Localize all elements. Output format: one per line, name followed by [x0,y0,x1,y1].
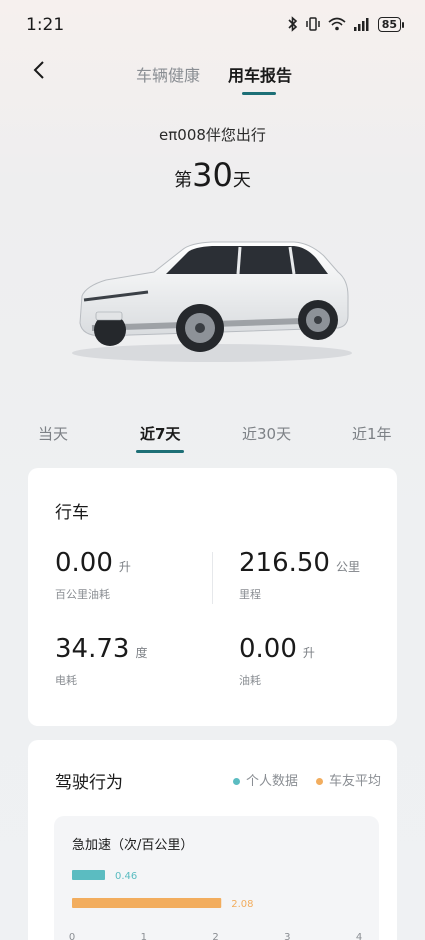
x-tick-label: 0 [69,932,75,940]
x-tick-label: 3 [284,932,290,940]
legend-label: 车友平均 [328,774,381,789]
stat-unit: 升 [302,646,315,660]
metric-title: 急加速（次/百公里） [72,838,194,853]
stat-label: 电耗 [55,674,77,687]
stat-unit: 公里 [335,560,360,574]
back-button[interactable] [28,58,52,82]
top-nav: 车辆健康 用车报告 [0,52,425,98]
stat-value: 0.00 [239,634,297,664]
battery-indicator: 85 [377,16,405,32]
stat-unit: 度 [135,646,148,660]
wifi-icon [328,17,346,31]
bar-value-label: 2.08 [231,899,253,910]
days-counter: 第30天 [0,156,425,194]
stat-divider [212,552,213,604]
legend-dot [315,778,323,785]
stat-mileage: 216.50 公里 里程 [239,548,360,602]
stat-value: 216.50 [239,548,330,578]
stat-fuel: 0.00 升 油耗 [239,634,315,688]
signal-icon [353,18,369,31]
legend-item-personal: 个人数据 [232,770,298,789]
status-bar: 1:21 85 [0,0,425,52]
behavior-title: 驾驶行为 [55,773,123,793]
stat-unit: 升 [118,560,131,574]
companion-headline: eπ008伴您出行 [159,126,266,144]
status-icons: 85 [288,16,405,32]
bar-average [72,898,222,908]
bluetooth-icon [288,16,297,32]
days-suffix: 天 [232,170,251,191]
hard-acceleration-panel: 急加速（次/百公里） 0.46 2.08 0 1 2 3 4 [54,816,379,940]
x-tick-label: 4 [356,932,362,940]
x-tick-label: 2 [212,932,218,940]
car-image [72,241,352,362]
days-prefix: 第 [174,170,193,191]
legend-dot [232,778,240,785]
vibrate-icon [305,17,320,31]
behavior-card: 驾驶行为 个人数据 车友平均 急加速（次/百公里） 0.46 2.08 0 1 2 3 4 [28,740,397,940]
period-tab-1year[interactable]: 近1年 [352,423,392,444]
stat-fuel-per-100km: 0.00 升 百公里油耗 [55,548,131,602]
period-tab-30days[interactable]: 近30天 [242,423,291,444]
x-tick-label: 1 [141,932,147,940]
bar-personal [72,870,106,880]
stat-label: 油耗 [239,674,261,687]
chevron-left-icon [33,61,44,79]
status-time: 1:21 [26,15,65,35]
stat-label: 百公里油耗 [55,588,110,601]
period-tab-today[interactable]: 当天 [38,423,68,444]
legend-item-average: 车友平均 [315,770,381,789]
tab-usage-report[interactable]: 用车报告 [228,62,292,86]
period-tabs: 当天 近7天 近30天 近1年 [0,420,425,460]
tab-indicator [242,92,276,95]
legend-label: 个人数据 [245,774,298,789]
driving-card: 行车 0.00 升 百公里油耗 216.50 公里 里程 34.73 度 电耗 0.0… [28,468,397,726]
bar-value-label: 0.46 [115,871,137,882]
stat-value: 34.73 [55,634,130,664]
days-value: 30 [192,156,233,194]
hard-acceleration-chart: 0.46 2.08 0 1 2 3 4 [69,870,362,940]
stat-label: 里程 [239,588,261,601]
period-tab-7days[interactable]: 近7天 [140,423,180,444]
tab-vehicle-health[interactable]: 车辆健康 [136,62,200,86]
stat-electricity: 34.73 度 电耗 [55,634,147,688]
stat-value: 0.00 [55,548,113,578]
period-tab-indicator [136,450,184,453]
chart-legend: 个人数据 车友平均 [232,770,381,789]
driving-title: 行车 [55,503,89,523]
